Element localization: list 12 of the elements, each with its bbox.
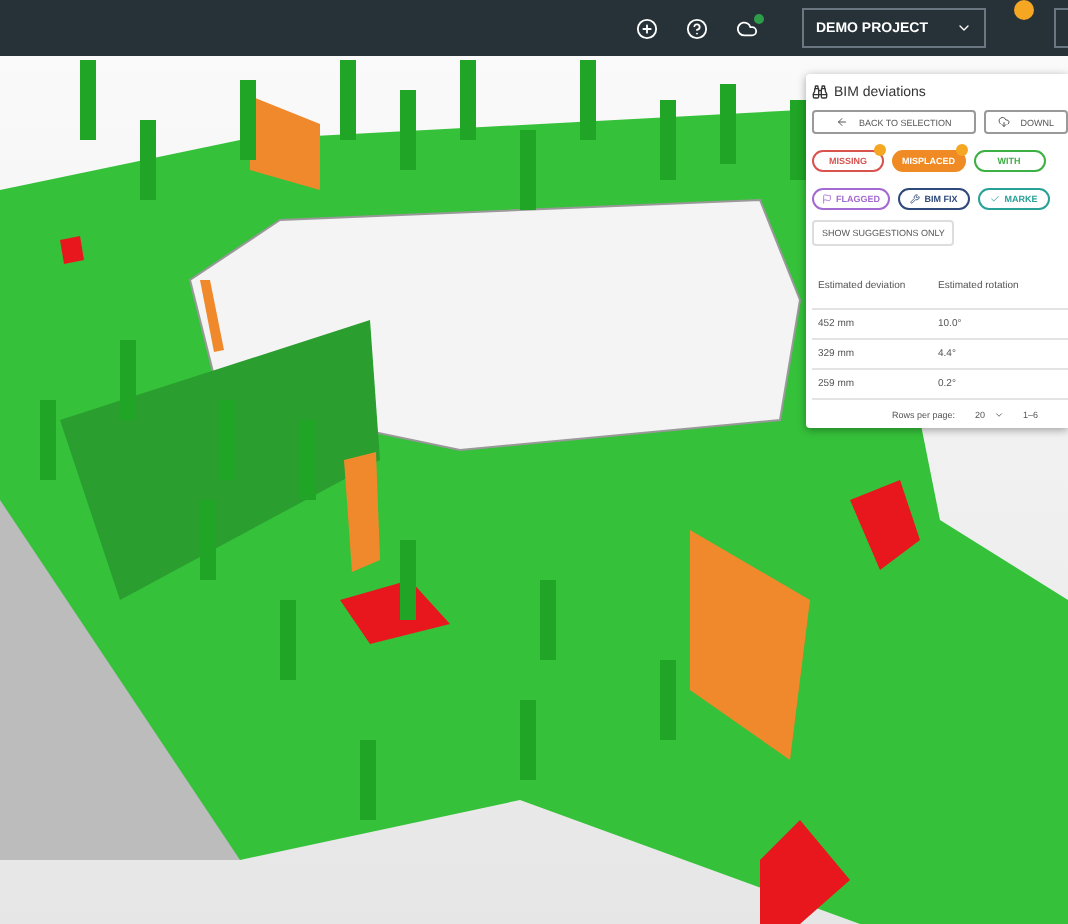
flag-icon xyxy=(822,194,832,204)
cloud-download-icon xyxy=(998,116,1011,128)
check-icon xyxy=(990,194,1001,204)
caret-icon xyxy=(993,410,1004,420)
caret-icon xyxy=(956,20,972,36)
wrench-icon xyxy=(910,194,921,204)
cloud-icon[interactable] xyxy=(735,17,758,39)
help-icon[interactable] xyxy=(685,17,708,39)
arrow-left-icon xyxy=(836,116,849,128)
binoculars-icon xyxy=(812,84,828,100)
menu-button[interactable] xyxy=(1054,8,1068,48)
add-icon[interactable] xyxy=(635,17,658,39)
